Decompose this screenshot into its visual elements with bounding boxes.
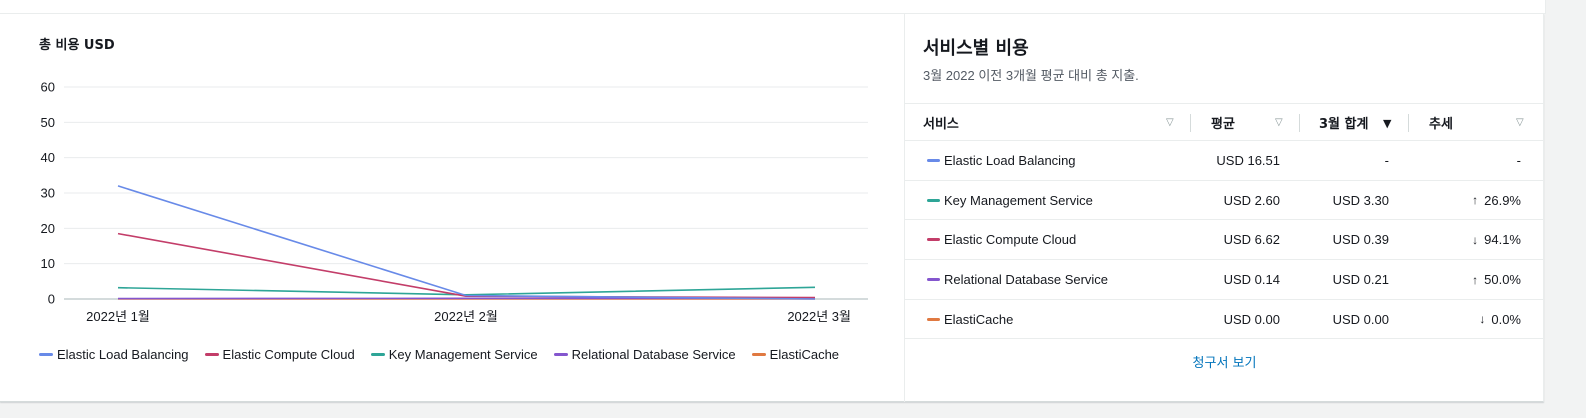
column-header-trend[interactable]: 추세 [1429, 104, 1453, 141]
legend-label: Relational Database Service [571, 346, 736, 362]
legend-item[interactable]: Key Management Service [370, 346, 538, 362]
top-card-edge [0, 0, 1546, 14]
service-cost-title: 서비스별 비용 [923, 38, 1029, 59]
service-cell: Elastic Load Balancing [927, 141, 1076, 180]
trend-cell: ↑ 26.9% [1472, 181, 1521, 220]
y-tick-label: 60 [41, 80, 55, 95]
service-color-swatch [927, 317, 940, 321]
trend-value: 94.1% [1484, 232, 1521, 248]
trend-cell: ↓ 94.1% [1472, 220, 1521, 259]
y-tick-label: 40 [41, 150, 55, 165]
average-cell: USD 6.62 [1223, 232, 1280, 248]
page-background-edge [1546, 0, 1586, 418]
y-tick-label: 50 [41, 115, 55, 130]
legend-label: ElastiCache [769, 346, 840, 362]
service-name: Elastic Compute Cloud [944, 232, 1077, 248]
trend-value: - [1516, 153, 1521, 168]
legend-label: Elastic Compute Cloud [222, 346, 355, 362]
table-row: Elastic Compute Cloud USD 6.62 USD 0.39 ↓ 94… [905, 220, 1544, 261]
legend-label: Elastic Load Balancing [57, 346, 189, 362]
service-color-swatch [927, 198, 940, 202]
sort-icon[interactable]: ▽ [1275, 117, 1283, 128]
average-cell: USD 0.00 [1223, 311, 1280, 327]
legend-item[interactable]: Elastic Compute Cloud [204, 346, 355, 362]
trend-cell: ↑ 50.0% [1472, 260, 1521, 299]
service-cost-subtitle: 3월 2022 이전 3개월 평균 대비 총 지출. [923, 68, 1139, 83]
x-tick-label: 2022년 1월 [86, 309, 150, 324]
trend-arrow-icon: ↓ [1479, 312, 1486, 327]
y-tick-label: 20 [41, 221, 55, 236]
service-cell: Relational Database Service [927, 260, 1108, 299]
y-tick-label: 30 [41, 186, 55, 201]
trend-arrow-icon: ↑ [1472, 193, 1479, 208]
series-line [117, 185, 816, 300]
trend-value: 50.0% [1484, 272, 1521, 288]
march-total-cell: USD 0.00 [1332, 311, 1389, 327]
legend-item[interactable]: ElastiCache [751, 346, 840, 362]
service-cost-table: 서비스 ▽ 평균 ▽ 3월 합계 ▼ 추세 ▽ Elastic Load Bal… [905, 103, 1544, 340]
legend-swatch [39, 352, 53, 356]
column-separator [1408, 114, 1409, 132]
service-cell: Elastic Compute Cloud [927, 220, 1076, 259]
chart-legend: Elastic Load Balancing Elastic Compute Cl… [39, 346, 859, 362]
legend-swatch [553, 352, 568, 356]
column-header-march-total[interactable]: 3월 합계 [1319, 104, 1368, 141]
column-label-average: 평균 [1211, 117, 1235, 132]
trend-cell: - [1517, 141, 1521, 180]
sort-descending-icon[interactable]: ▼ [1383, 117, 1391, 130]
service-cell: ElastiCache [927, 300, 1013, 339]
column-label-service: 서비스 [923, 117, 959, 132]
legend-item[interactable]: Elastic Load Balancing [39, 346, 189, 362]
trend-cell: ↓ 0.0% [1479, 300, 1521, 339]
average-cell: USD 2.60 [1223, 192, 1280, 208]
x-tick-label: 2022년 3월 [787, 309, 851, 324]
table-header: 서비스 ▽ 평균 ▽ 3월 합계 ▼ 추세 ▽ [905, 103, 1544, 141]
column-header-average[interactable]: 평균 [1211, 104, 1235, 141]
y-tick-label: 10 [41, 256, 55, 271]
service-cell: Key Management Service [927, 181, 1093, 220]
total-cost-line-chart: 0 10 20 30 40 50 60 2022년 1월 2022년 2월 2022년 3월 [41, 80, 868, 324]
service-color-swatch [927, 238, 940, 242]
legend-label: Key Management Service [388, 346, 538, 362]
x-tick-label: 2022년 2월 [434, 309, 498, 324]
series-line [117, 232, 816, 299]
view-bill-link[interactable]: 청구서 보기 [905, 352, 1544, 371]
sort-icon[interactable]: ▽ [1516, 117, 1524, 128]
table-body: Elastic Load Balancing USD 16.51 - - Key Man… [905, 141, 1544, 340]
table-row: Relational Database Service USD 0.14 USD 0… [905, 260, 1544, 300]
sort-icon[interactable]: ▽ [1166, 117, 1174, 128]
service-name: Key Management Service [944, 192, 1093, 208]
column-separator [1190, 114, 1191, 132]
service-name: ElastiCache [944, 311, 1014, 327]
legend-swatch [370, 352, 385, 356]
service-name: Elastic Load Balancing [944, 153, 1076, 168]
y-tick-label: 0 [48, 292, 55, 307]
column-label-trend: 추세 [1429, 117, 1453, 132]
legend-swatch [751, 352, 766, 356]
march-total-cell: - [1384, 153, 1389, 168]
column-header-service[interactable]: 서비스 [923, 104, 959, 141]
legend-item[interactable]: Relational Database Service [553, 346, 736, 362]
service-color-swatch [927, 278, 940, 282]
legend-swatch [204, 352, 219, 356]
march-total-cell: USD 3.30 [1332, 192, 1389, 208]
cost-card: 총 비용 USD 0 10 20 30 40 50 60 2022년 1월 2022년 2월 20… [0, 14, 1544, 402]
trend-value: 0.0% [1491, 311, 1521, 327]
march-total-cell: USD 0.21 [1332, 272, 1389, 288]
service-color-swatch [927, 159, 940, 162]
service-name: Relational Database Service [944, 272, 1109, 288]
column-separator [1299, 114, 1300, 132]
series-line [117, 286, 816, 296]
average-cell: USD 16.51 [1216, 153, 1280, 168]
march-total-cell: USD 0.39 [1332, 232, 1389, 248]
trend-value: 26.9% [1484, 192, 1521, 208]
average-cell: USD 0.14 [1223, 272, 1280, 288]
trend-arrow-icon: ↑ [1472, 272, 1479, 287]
trend-arrow-icon: ↓ [1472, 232, 1479, 247]
table-row: Elastic Load Balancing USD 16.51 - - [905, 141, 1544, 181]
column-label-march-total: 3월 합계 [1319, 117, 1369, 132]
table-row: ElastiCache USD 0.00 USD 0.00 ↓ 0.0% [905, 300, 1544, 340]
table-row: Key Management Service USD 2.60 USD 3.30 ↑ 2… [905, 181, 1544, 221]
